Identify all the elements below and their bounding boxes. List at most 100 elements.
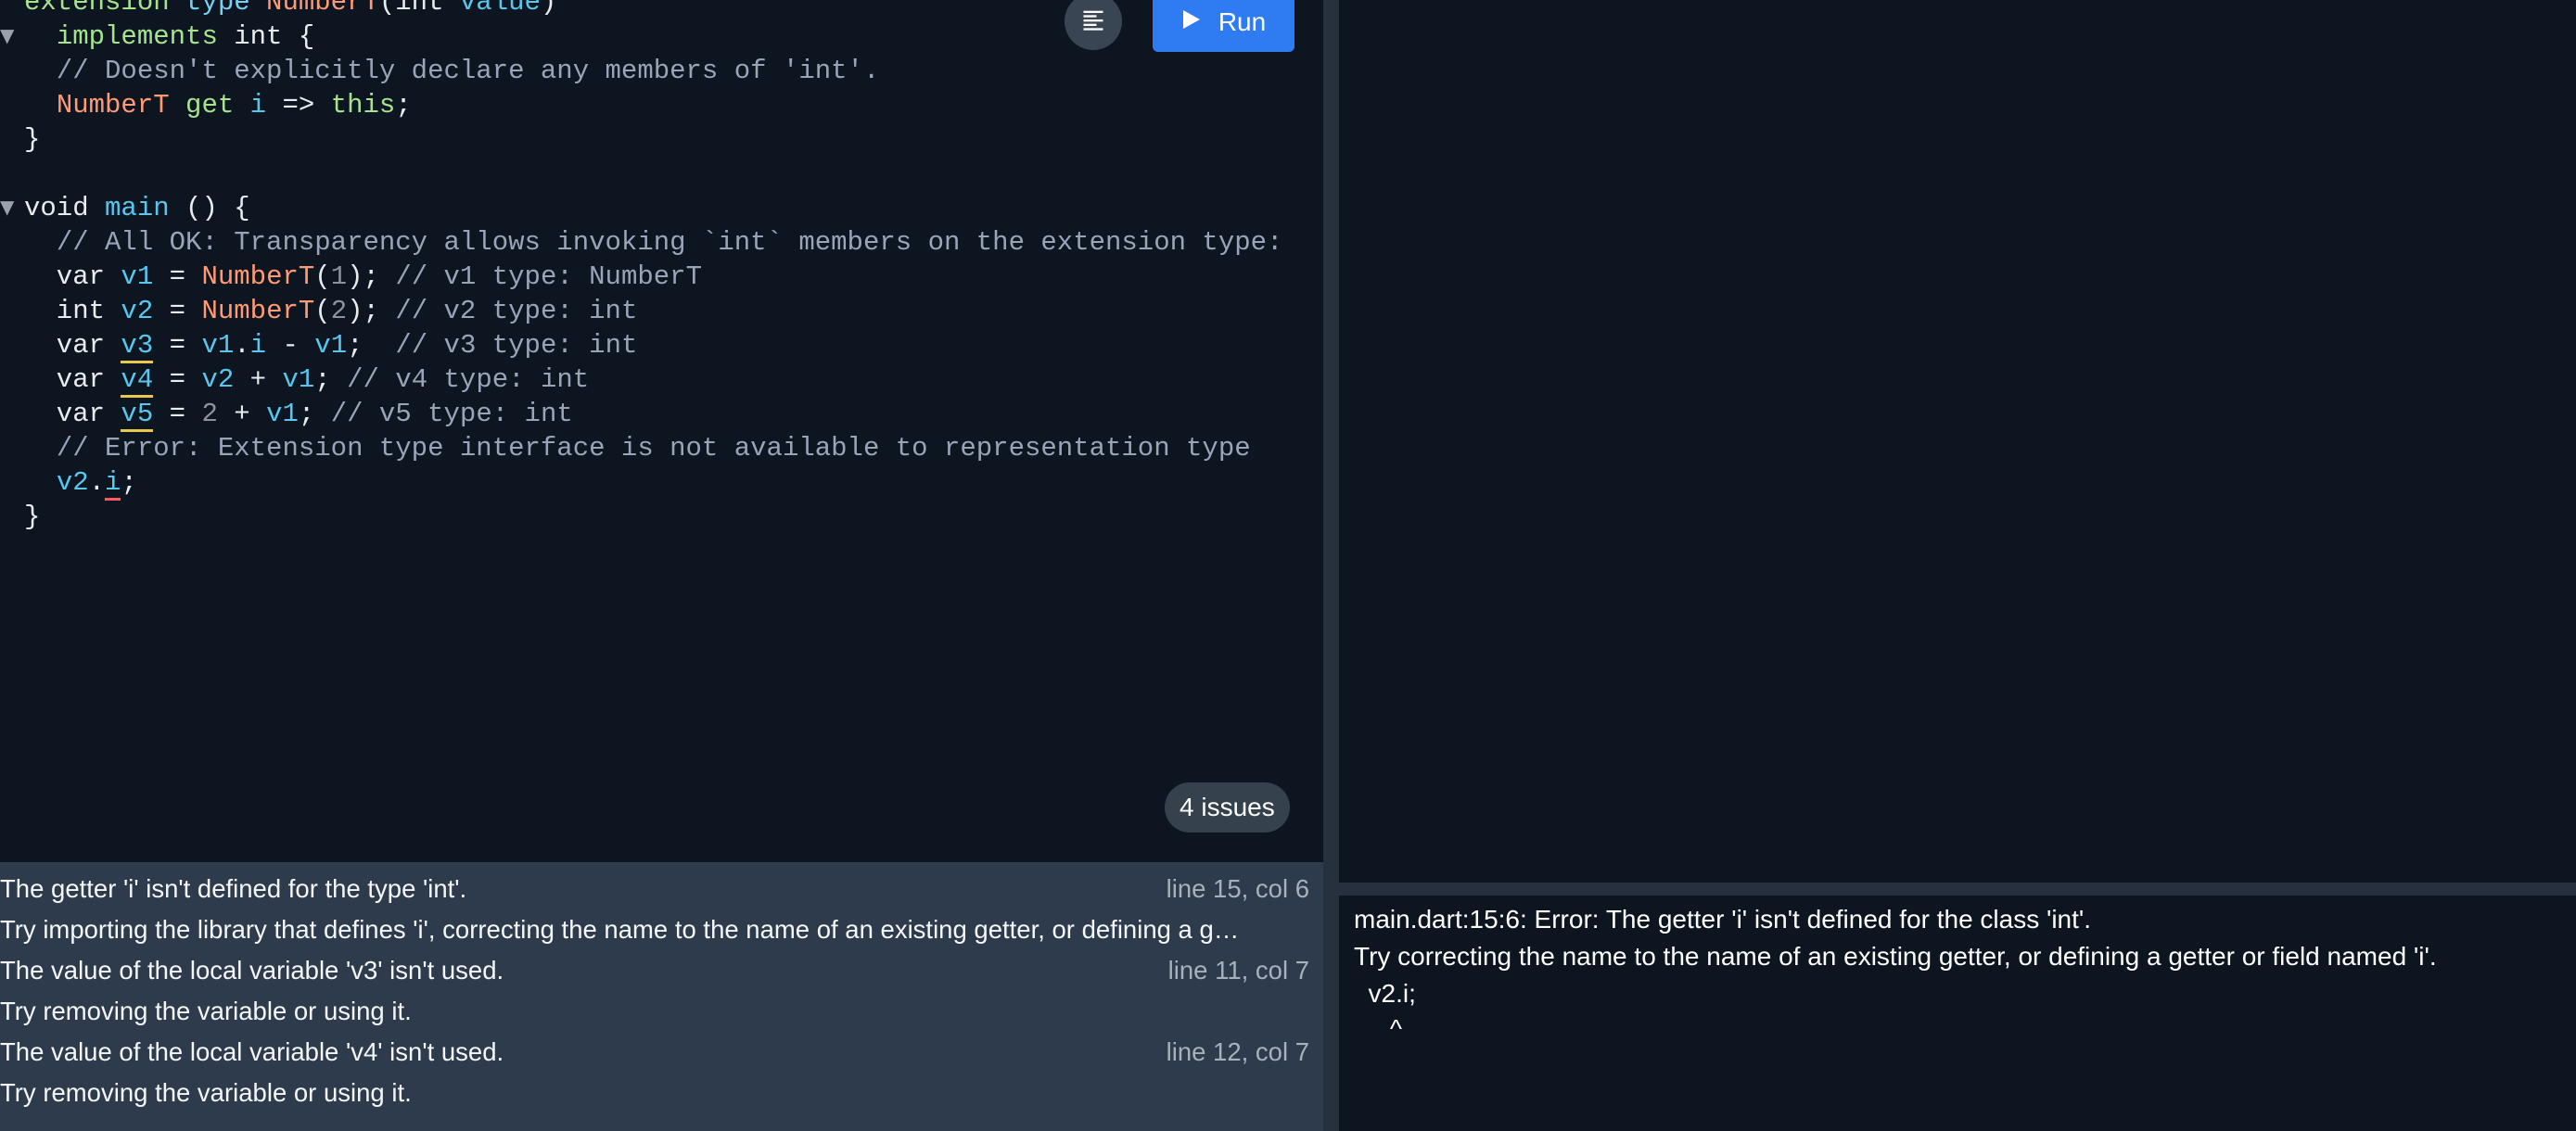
code-token: // Error: Extension type interface is no… <box>56 433 1251 464</box>
code-token: v2 <box>56 467 89 498</box>
code-token: = <box>153 261 202 292</box>
code-token: var <box>24 364 121 395</box>
code-line[interactable]: v2.i; <box>0 465 1323 501</box>
code-line[interactable]: var v1 = NumberT(1); // v1 type: NumberT <box>0 260 1323 294</box>
dartpad-window: extension type NumberT(int value) ▼ imple… <box>0 0 2576 1131</box>
code-token: NumberT <box>56 90 170 121</box>
code-line[interactable]: NumberT get i => this; <box>0 88 1323 122</box>
code-token: // All OK: Transparency allows invoking … <box>56 227 1283 258</box>
code-token: + <box>217 399 267 429</box>
code-token: 1 <box>330 261 348 292</box>
code-line[interactable]: // Error: Extension type interface is no… <box>0 431 1323 465</box>
code-token: // Doesn't explicitly declare any member… <box>56 56 880 86</box>
problem-row[interactable]: The getter 'i' isn't defined for the typ… <box>0 869 1309 909</box>
code-line[interactable]: } <box>0 122 1323 157</box>
code-line[interactable]: ▼ void main () { <box>0 191 1323 225</box>
code-token: NumberT <box>201 296 315 326</box>
code-token: value <box>459 0 541 18</box>
code-token: ( <box>314 296 331 326</box>
code-editor[interactable]: extension type NumberT(int value) ▼ imple… <box>0 0 1323 862</box>
code-token: (int <box>378 0 460 18</box>
problem-message: Try removing the variable or using it. <box>0 997 412 1025</box>
problem-row[interactable]: The value of the local variable 'v3' isn… <box>0 950 1309 991</box>
play-icon <box>1181 7 1202 37</box>
code-token: ); <box>347 261 396 292</box>
code-token: i <box>249 90 267 121</box>
code-token: i <box>249 330 267 361</box>
code-token: // v3 type: int <box>395 330 638 361</box>
console-line: v2.i; <box>1354 979 1416 1008</box>
problem-message: The value of the local variable 'v4' isn… <box>0 1037 504 1066</box>
problem-location[interactable]: line 11, col 7 <box>1168 950 1309 991</box>
code-token: int { <box>217 21 315 52</box>
code-token: type <box>185 0 267 18</box>
code-line[interactable]: var v4 = v2 + v1; // v4 type: int <box>0 362 1323 398</box>
code-token: get <box>185 90 235 121</box>
issues-count: 4 issues <box>1180 793 1275 821</box>
code-token: } <box>24 124 41 155</box>
code-token: = <box>153 330 202 361</box>
console-output: main.dart:15:6: Error: The getter 'i' is… <box>1339 896 2576 1131</box>
code-line[interactable]: } <box>0 500 1323 534</box>
code-token: ( <box>314 261 331 292</box>
code-token: . <box>88 467 106 498</box>
code-token: ; <box>347 330 396 361</box>
problem-row[interactable]: Try importing the library that defines '… <box>0 909 1309 950</box>
code-token: v5 <box>121 399 154 432</box>
problem-message: The value of the local variable 'v3' isn… <box>0 956 504 985</box>
code-token: () { <box>169 193 250 223</box>
code-token: = <box>153 296 202 326</box>
code-token: main <box>105 193 170 223</box>
code-token: var <box>24 330 121 361</box>
problem-row[interactable]: Try removing the variable or using it. <box>0 991 1309 1032</box>
code-token: v3 <box>121 330 154 363</box>
code-line[interactable]: // Doesn't explicitly declare any member… <box>0 54 1323 88</box>
code-token: v2 <box>121 296 154 326</box>
vertical-split-handle[interactable] <box>1323 0 1339 1131</box>
code-token: + <box>234 364 283 395</box>
code-token: i <box>105 467 121 501</box>
problem-location[interactable]: line 15, col 6 <box>1167 869 1309 909</box>
code-token: ; <box>395 90 412 121</box>
code-token: 2 <box>330 296 348 326</box>
console-line: ^ <box>1354 1014 1403 1043</box>
horizontal-split-handle[interactable] <box>1339 883 2576 896</box>
code-token: implements <box>56 21 218 52</box>
console-line: Try correcting the name to the name of a… <box>1354 942 2437 971</box>
code-token: extension <box>24 0 186 18</box>
problem-location[interactable]: line 12, col 7 <box>1167 1032 1309 1073</box>
code-token: . <box>234 330 250 361</box>
code-token: var <box>24 261 121 292</box>
code-token: // v4 type: int <box>347 364 590 395</box>
code-line[interactable]: var v3 = v1.i - v1; // v3 type: int <box>0 328 1323 363</box>
code-token: => <box>266 90 331 121</box>
code-token: v1 <box>266 399 299 429</box>
console-line: main.dart:15:6: Error: The getter 'i' is… <box>1354 905 2092 934</box>
problem-row[interactable]: The value of the local variable 'v4' isn… <box>0 1032 1309 1073</box>
fold-toggle-icon[interactable]: ▼ <box>0 191 20 225</box>
issues-toggle[interactable]: 4 issues <box>1165 782 1290 832</box>
problem-row[interactable]: Try removing the variable or using it. <box>0 1073 1309 1113</box>
code-line[interactable] <box>0 157 1323 191</box>
code-token: v4 <box>121 364 154 398</box>
code-token: ; <box>314 364 348 395</box>
code-token: v1 <box>201 330 235 361</box>
code-line[interactable]: extension type NumberT(int value) <box>0 0 1323 19</box>
code-area[interactable]: extension type NumberT(int value) ▼ imple… <box>0 0 1323 534</box>
code-line[interactable]: int v2 = NumberT(2); // v2 type: int <box>0 294 1323 328</box>
code-token: int <box>24 296 121 326</box>
code-line[interactable]: ▼ implements int { <box>0 19 1323 54</box>
code-line[interactable]: var v5 = 2 + v1; // v5 type: int <box>0 397 1323 432</box>
problem-message: Try removing the variable or using it. <box>0 1078 412 1107</box>
problem-message: Try importing the library that defines '… <box>0 915 1240 944</box>
run-button[interactable]: Run <box>1153 0 1294 52</box>
code-line[interactable]: // All OK: Transparency allows invoking … <box>0 225 1323 260</box>
code-token: // v2 type: int <box>395 296 638 326</box>
code-token: - <box>266 330 315 361</box>
fold-toggle-icon[interactable]: ▼ <box>0 19 20 54</box>
code-token: NumberT <box>201 261 315 292</box>
